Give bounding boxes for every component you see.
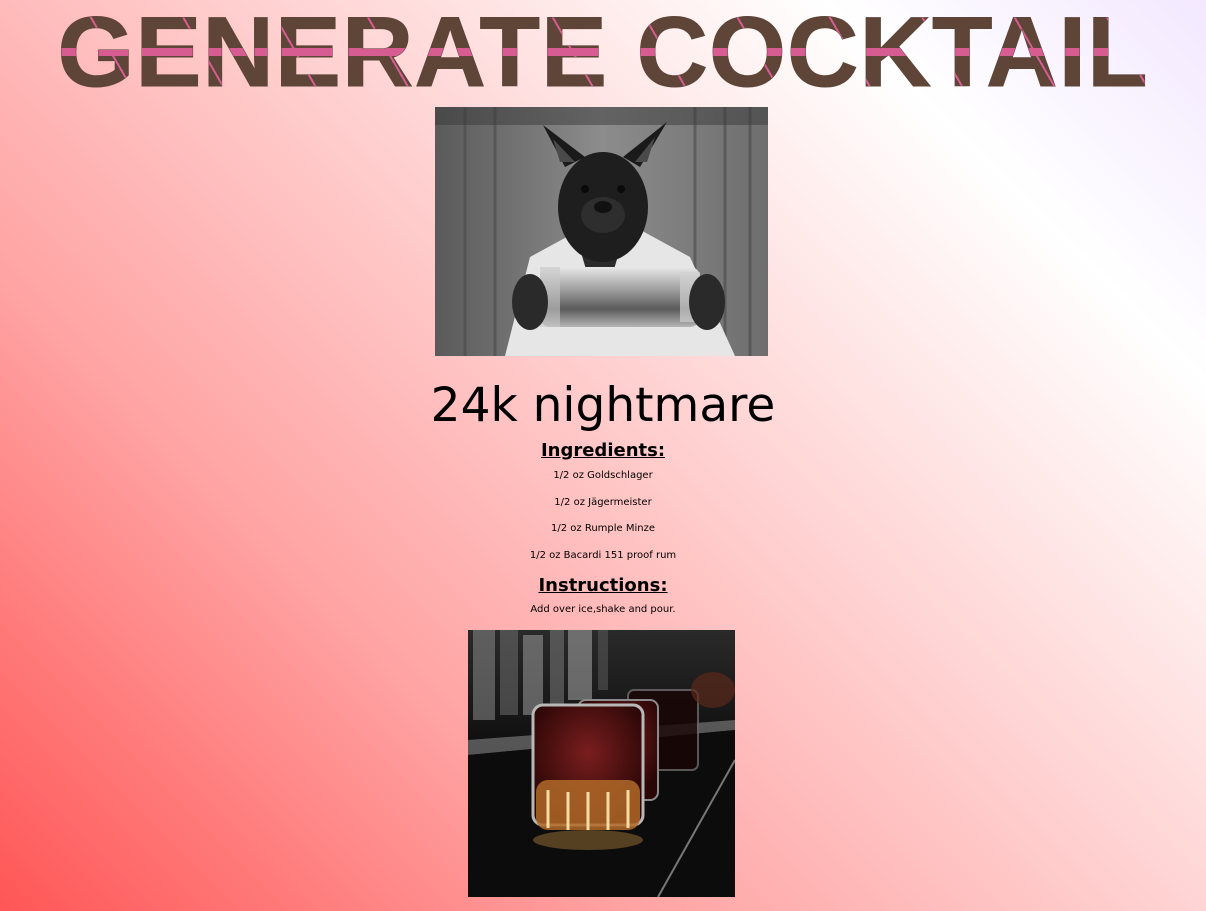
ingredient-item: 1/2 oz Bacardi 151 proof rum bbox=[529, 549, 677, 561]
ingredient-item: 1/2 oz Goldschlager bbox=[553, 470, 653, 481]
instructions-text: Add over ice,shake and pour. bbox=[530, 604, 676, 615]
ingredients-heading: Ingredients: bbox=[540, 440, 666, 461]
ingredient-item: 1/2 oz Rumple Minze bbox=[551, 523, 655, 534]
ingredients-list: 1/2 oz Goldschlager 1/2 oz Jägermeister … bbox=[0, 466, 1206, 572]
cocktail-photo bbox=[468, 630, 735, 897]
ingredient-item: 1/2 oz Jägermeister bbox=[554, 496, 652, 508]
dog-bartender-photo bbox=[435, 107, 768, 356]
title-pattern-overlay: GENERATE COCKTAIL bbox=[0, 2, 1206, 102]
instructions-heading: Instructions: bbox=[538, 575, 668, 596]
cocktail-name: 24k nightmare bbox=[430, 378, 776, 433]
